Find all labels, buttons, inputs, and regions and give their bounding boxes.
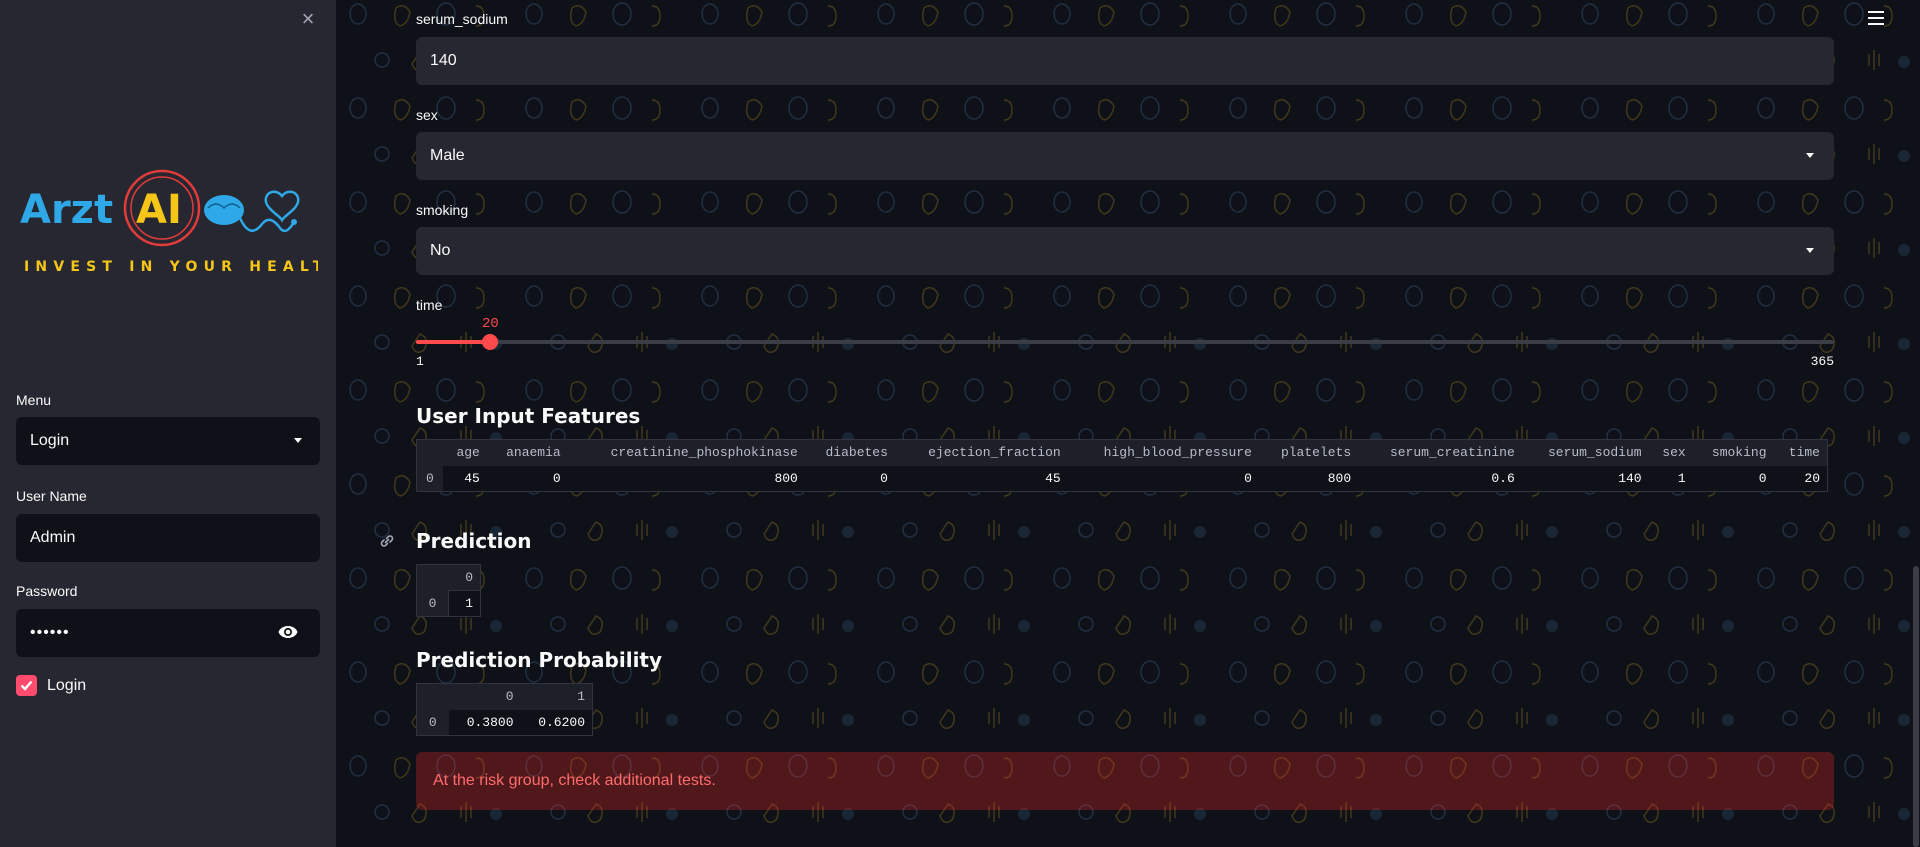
table-cell: 0 [1692,465,1774,492]
table-cell: 45 [442,465,487,492]
sex-select[interactable]: Male [416,132,1834,180]
row-index: 0 [416,590,449,617]
table-header-row: age anaemia creatinine_phosphokinase diabet… [416,439,1828,466]
column-header: serum_creatinine [1358,439,1522,466]
prediction-table: 0 0 1 [416,564,481,617]
sidebar: × Arzt AI INVEST IN YOUR HEALTH Menu Log… [0,0,336,847]
password-value: •••••• [30,624,70,641]
page-scrollbar[interactable] [1913,566,1919,847]
column-header: age [442,439,487,466]
table-cell: 0.3800 [448,709,521,736]
table-cell: 0 [486,465,568,492]
sex-select-value: Male [430,147,465,164]
time-label: time [416,297,443,313]
column-header: diabetes [804,439,895,466]
table-corner [416,439,443,466]
hamburger-menu-icon[interactable] [1868,11,1884,25]
column-header: creatinine_phosphokinase [567,439,805,466]
serum-sodium-label: serum_sodium [416,11,508,27]
content-column: serum_sodium 140 sex Male smoking No tim… [416,0,1834,847]
chevron-down-icon [294,438,302,443]
row-index: 0 [416,709,449,736]
login-checkbox-label: Login [47,676,87,694]
column-header: sex [1648,439,1693,466]
table-corner [416,683,449,710]
smoking-label: smoking [416,202,469,218]
menu-label: Menu [16,392,52,408]
prediction-probability-table: 0 1 0 0.3800 0.6200 [416,683,593,736]
table-cell: 1 [1648,465,1693,492]
table-cell: 140 [1521,465,1649,492]
table-row: 0 45 0 800 0 45 0 800 0.6 140 1 0 20 [416,465,1828,492]
close-sidebar-icon[interactable]: × [297,8,319,30]
chevron-down-icon [1806,248,1814,253]
chevron-down-icon [1806,153,1814,158]
username-label: User Name [16,488,87,504]
show-password-eye-icon[interactable] [278,624,298,645]
serum-sodium-input[interactable]: 140 [416,37,1834,85]
sex-label: sex [416,107,438,123]
table-corner [416,564,449,591]
column-header: 0 [448,683,521,710]
table-cell: 1 [448,590,481,617]
serum-sodium-value: 140 [430,52,457,69]
username-value: Admin [30,529,76,546]
username-input[interactable]: Admin [16,514,320,562]
table-header-row: 0 1 [416,683,593,710]
table-cell: 0 [804,465,895,492]
table-cell: 20 [1773,465,1828,492]
time-slider-value: 20 [482,316,499,332]
arzt-ai-logo: Arzt AI INVEST IN YOUR HEALTH [18,166,318,286]
prediction-heading: Prediction [416,529,532,553]
login-checkbox[interactable] [16,675,37,696]
table-header-row: 0 [416,564,481,591]
menu-select[interactable]: Login [16,417,320,465]
column-header: ejection_fraction [894,439,1068,466]
time-slider-min: 1 [416,354,424,369]
smoking-select[interactable]: No [416,227,1834,275]
table-cell: 45 [894,465,1068,492]
password-label: Password [16,583,78,599]
table-cell: 800 [1258,465,1359,492]
column-header: 1 [520,683,593,710]
row-index: 0 [416,465,443,492]
user-input-features-heading: User Input Features [416,404,641,428]
time-slider-thumb[interactable] [482,334,499,350]
svg-text:INVEST IN YOUR HEALTH: INVEST IN YOUR HEALTH [24,259,318,275]
time-slider-fill [416,340,491,344]
time-slider[interactable] [416,334,1834,350]
column-header: high_blood_pressure [1067,439,1259,466]
column-header: smoking [1692,439,1774,466]
checkmark-icon [20,680,33,691]
prediction-probability-heading: Prediction Probability [416,648,663,672]
column-header: time [1773,439,1828,466]
login-checkbox-row[interactable]: Login [16,675,86,696]
column-header: serum_sodium [1521,439,1649,466]
svg-text:Arzt: Arzt [20,187,113,233]
table-cell: 0.6200 [520,709,593,736]
menu-select-value: Login [30,432,70,449]
table-cell: 0 [1067,465,1259,492]
smoking-select-value: No [430,242,451,259]
table-row: 0 0.3800 0.6200 [416,709,593,736]
risk-alert-message: At the risk group, check additional test… [433,772,716,789]
link-anchor-icon[interactable] [378,532,396,555]
svg-text:AI: AI [136,187,182,233]
password-input[interactable]: •••••• [16,609,320,657]
user-input-features-table: age anaemia creatinine_phosphokinase diabet… [416,439,1828,492]
column-header: platelets [1258,439,1359,466]
column-header: 0 [448,564,481,591]
table-row: 0 1 [416,590,481,617]
table-cell: 800 [567,465,805,492]
time-slider-max: 365 [1810,354,1834,369]
column-header: anaemia [486,439,568,466]
table-cell: 0.6 [1358,465,1522,492]
risk-alert: At the risk group, check additional test… [416,752,1834,810]
